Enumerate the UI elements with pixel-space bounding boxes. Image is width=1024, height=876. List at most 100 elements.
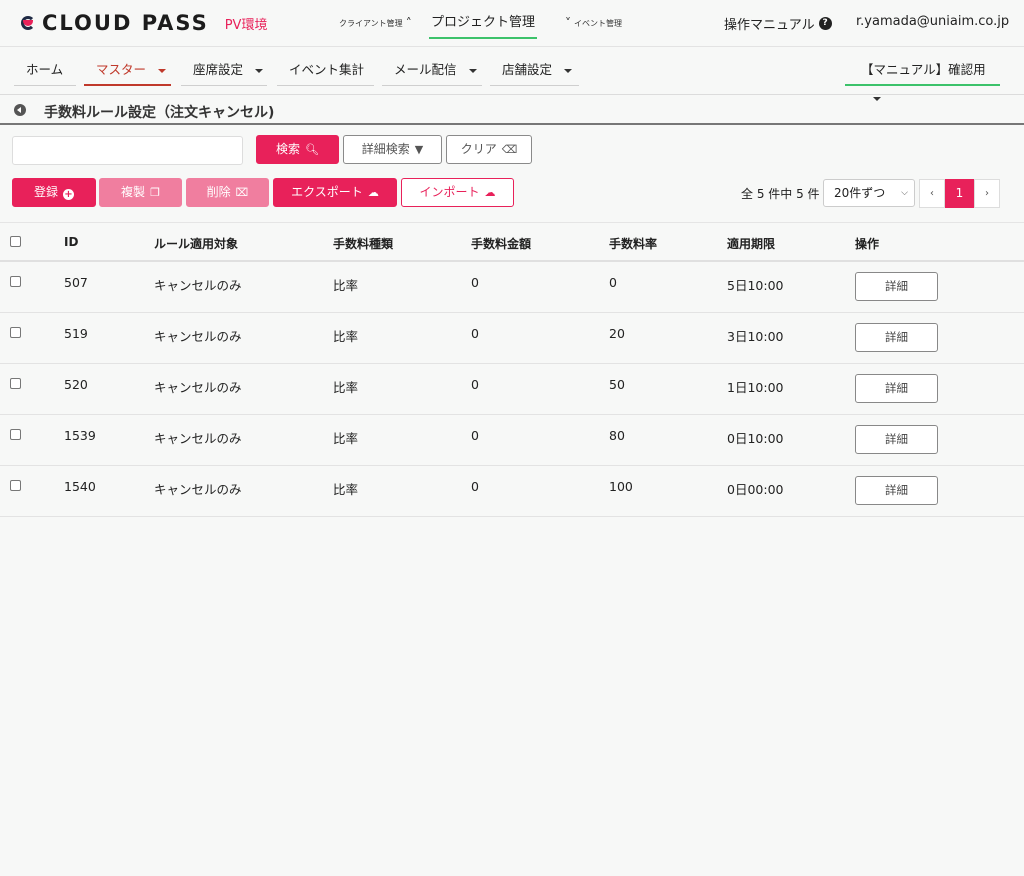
cloud-pass-logo-icon: [20, 14, 36, 32]
detail-button[interactable]: 詳細: [855, 272, 938, 301]
search-icon: 🔍︎: [305, 143, 319, 156]
col-type[interactable]: 手数料種類: [333, 235, 393, 252]
row-id: 520: [64, 377, 88, 392]
export-button[interactable]: エクスポート ☁: [273, 178, 397, 207]
row-amount: 0: [471, 275, 479, 290]
copy-icon: ❐: [150, 186, 160, 199]
nav-project[interactable]: プロジェクト管理: [429, 10, 537, 39]
delete-button[interactable]: 削除 ⌧: [186, 178, 269, 207]
row-target: キャンセルのみ: [154, 482, 242, 497]
caret-down-icon: [158, 68, 167, 73]
row-period: 1日10:00: [727, 380, 784, 395]
col-action: 操作: [855, 237, 880, 251]
search-input[interactable]: [12, 136, 243, 165]
row-target: キャンセルのみ: [154, 329, 242, 344]
pagination-prev[interactable]: ‹: [919, 179, 945, 208]
advanced-search-button[interactable]: 詳細検索 ▼: [343, 135, 442, 164]
fee-rule-table: ID ルール適用対象 手数料種類 手数料金額 手数料率 適用期限 操作 507 …: [0, 222, 1024, 517]
row-id: 1540: [64, 479, 96, 494]
row-id: 1539: [64, 428, 96, 443]
project-selector[interactable]: 【マニュアル】確認用: [845, 56, 1000, 101]
import-button[interactable]: インポート ☁: [401, 178, 514, 207]
per-page-value: 20件ずつ: [834, 186, 886, 200]
env-label: PV環境: [224, 17, 268, 33]
row-rate: 80: [609, 428, 625, 443]
menu-master[interactable]: マスター: [84, 56, 171, 86]
logo-text: CLOUD PASS: [42, 11, 209, 35]
detail-button[interactable]: 詳細: [855, 374, 938, 403]
triangle-down-icon: ▼: [414, 143, 424, 156]
plus-circle-icon: +: [63, 189, 74, 200]
detail-button[interactable]: 詳細: [855, 476, 938, 505]
menu-seat[interactable]: 座席設定: [181, 56, 267, 86]
menu-home-label: ホーム: [26, 62, 64, 77]
main-menu: ホーム マスター 座席設定 イベント集計 メール配信 店舗設定 【マニュアル】確…: [0, 47, 1024, 101]
caret-down-icon: [564, 68, 573, 73]
export-label: エクスポート: [291, 185, 363, 199]
row-period: 3日10:00: [727, 329, 784, 344]
table-row: 1539 キャンセルのみ 比率 0 80 0日10:00 詳細: [0, 415, 1024, 466]
table-row: 507 キャンセルのみ 比率 0 0 5日10:00 詳細: [0, 262, 1024, 313]
register-button[interactable]: 登録 +: [12, 178, 96, 207]
row-checkbox[interactable]: [10, 480, 21, 491]
import-label: インポート: [419, 185, 480, 199]
row-checkbox[interactable]: [10, 378, 21, 389]
row-type: 比率: [333, 380, 359, 395]
delete-label: 削除: [206, 185, 231, 199]
row-period: 0日00:00: [727, 482, 784, 497]
row-target: キャンセルのみ: [154, 431, 242, 446]
menu-store-label: 店舗設定: [502, 62, 553, 77]
row-rate: 20: [609, 326, 625, 341]
clear-button-label: クリア: [460, 142, 497, 156]
row-rate: 100: [609, 479, 633, 494]
page-title: 手数料ルール設定（注文キャンセル): [44, 105, 275, 121]
nav-client[interactable]: クライアント管理 ˄: [339, 16, 412, 30]
top-header: CLOUD PASS PV環境 クライアント管理 ˄ プロジェクト管理 ˅ イベ…: [0, 0, 1024, 47]
col-rate[interactable]: 手数料率: [609, 235, 657, 252]
menu-mail-label: メール配信: [394, 62, 457, 77]
menu-home[interactable]: ホーム: [14, 56, 76, 86]
col-id[interactable]: ID: [64, 235, 78, 249]
nav-client-label: クライアント管理: [339, 18, 403, 28]
col-amount[interactable]: 手数料金額: [471, 235, 531, 252]
menu-event-total-label: イベント集計: [289, 62, 365, 77]
copy-button[interactable]: 複製 ❐: [99, 178, 182, 207]
back-icon[interactable]: [14, 104, 26, 116]
menu-mail[interactable]: メール配信: [382, 56, 482, 86]
row-type: 比率: [333, 278, 359, 293]
logo[interactable]: CLOUD PASS PV環境: [20, 11, 267, 35]
chevron-down-icon: ⌵: [901, 188, 908, 198]
eraser-icon: ⌫: [501, 143, 518, 156]
row-amount: 0: [471, 479, 479, 494]
search-button-label: 検索: [276, 142, 301, 156]
row-target: キャンセルのみ: [154, 278, 242, 293]
advanced-search-label: 詳細検索: [361, 142, 410, 156]
chevron-down-icon: ˅: [565, 16, 571, 30]
row-amount: 0: [471, 377, 479, 392]
result-count: 全 5 件中 5 件: [741, 187, 820, 201]
col-target[interactable]: ルール適用対象: [154, 235, 238, 252]
search-button[interactable]: 検索 🔍︎: [256, 135, 339, 164]
menu-master-label: マスター: [96, 62, 147, 77]
row-checkbox[interactable]: [10, 327, 21, 338]
detail-button[interactable]: 詳細: [855, 425, 938, 454]
menu-store[interactable]: 店舗設定: [490, 56, 579, 86]
row-id: 519: [64, 326, 88, 341]
select-all-checkbox[interactable]: [10, 236, 21, 247]
user-account[interactable]: r.yamada@uniaim.co.jp: [856, 14, 1009, 29]
caret-down-icon: [468, 68, 477, 73]
manual-link[interactable]: 操作マニュアル ?: [724, 14, 832, 33]
detail-button[interactable]: 詳細: [855, 323, 938, 352]
pagination-page-1[interactable]: 1: [945, 179, 974, 208]
nav-event[interactable]: ˅ イベント管理: [565, 16, 622, 30]
pagination-next[interactable]: ›: [974, 179, 1000, 208]
col-period[interactable]: 適用期限: [727, 235, 775, 252]
clear-button[interactable]: クリア ⌫: [446, 135, 532, 164]
per-page-select[interactable]: 20件ずつ ⌵: [823, 179, 915, 207]
menu-event-total[interactable]: イベント集計: [277, 56, 374, 86]
row-checkbox[interactable]: [10, 276, 21, 287]
cloud-download-icon: ☁: [367, 186, 379, 199]
table-row: 520 キャンセルのみ 比率 0 50 1日10:00 詳細: [0, 364, 1024, 415]
row-checkbox[interactable]: [10, 429, 21, 440]
row-id: 507: [64, 275, 88, 290]
